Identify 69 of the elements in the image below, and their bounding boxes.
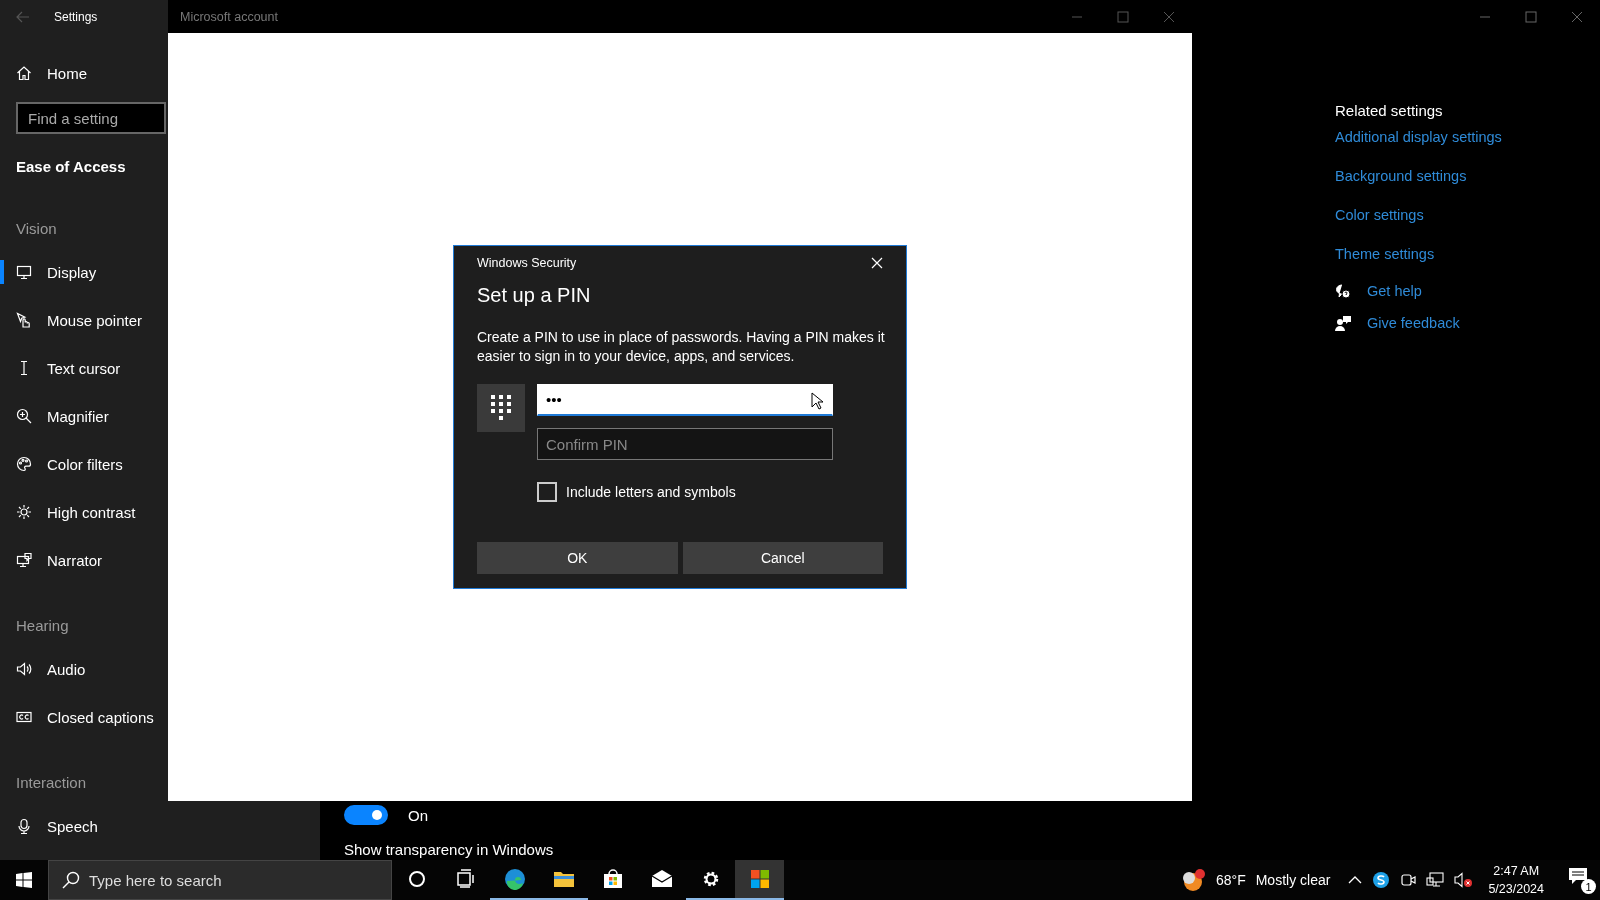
microphone-icon [16, 818, 32, 834]
notification-icon[interactable] [1568, 866, 1588, 886]
monitor-icon [16, 264, 32, 280]
home-icon [16, 65, 32, 81]
hand-pointer-icon [16, 312, 32, 328]
sun-icon [16, 504, 32, 520]
settings-link[interactable]: Theme settings [1335, 246, 1435, 262]
task-view-icon [454, 868, 477, 890]
speaker-icon [16, 661, 32, 677]
feedback-person-icon [1335, 315, 1351, 331]
taskbar-search-field[interactable]: Type here to search [48, 860, 392, 900]
clock[interactable]: 2:47 AM 5/23/2024 [1488, 862, 1544, 898]
network-icon[interactable] [1426, 872, 1445, 888]
temperature[interactable]: 68°F [1215, 872, 1246, 888]
weather-condition[interactable]: Mostly clear [1255, 872, 1331, 888]
dialog-title: Set up a PIN [477, 282, 592, 308]
toggle-switch[interactable] [344, 805, 388, 825]
camera-icon[interactable] [1400, 872, 1417, 888]
toggle-label: On [408, 806, 428, 824]
settings-link[interactable]: Additional display settings [1335, 129, 1502, 145]
window-title: Settings [54, 9, 98, 24]
nav-item[interactable]: High contrast [0, 488, 166, 536]
nav-item[interactable]: Audio [0, 645, 166, 693]
chat-app-icon[interactable] [1372, 871, 1391, 889]
muted-speaker-icon[interactable] [1454, 872, 1473, 888]
notification-count: 1 [1581, 879, 1596, 894]
monitor-speech-icon [16, 552, 32, 568]
mouse-cursor-icon [811, 392, 823, 410]
keypad-icon [477, 384, 525, 432]
windows-start-icon[interactable] [16, 872, 32, 888]
dialog-caption: Windows Security [477, 256, 577, 270]
nav-item[interactable]: Speech [0, 802, 166, 850]
checkbox[interactable] [537, 482, 557, 502]
section-heading: Related settings [1335, 102, 1444, 119]
chevron-up-icon[interactable] [1348, 875, 1363, 885]
window-title: Microsoft account [180, 9, 278, 24]
zoom-in-icon [16, 408, 32, 424]
help-link[interactable]: Get help [1367, 283, 1422, 299]
nav-item[interactable]: Closed captions [0, 693, 166, 741]
colored-tiles-icon [748, 868, 771, 890]
pin-field[interactable]: ••• [537, 384, 833, 416]
nav-item[interactable]: Mouse pointer [0, 296, 166, 344]
group-heading: Hearing [15, 615, 70, 636]
setting-label: Show transparency in Windows [344, 841, 555, 858]
checkbox-label: Include letters and symbols [566, 484, 736, 500]
nav-item[interactable]: Text cursor [0, 344, 166, 392]
nav-item[interactable]: Color filters [0, 440, 166, 488]
shopping-bag-icon [601, 868, 624, 890]
search-icon [62, 871, 80, 889]
nav-item[interactable]: Narrator [0, 536, 166, 584]
dialog-button[interactable]: OK [477, 542, 678, 574]
edge-browser-icon [503, 868, 526, 890]
search-field[interactable]: Find a setting [16, 102, 166, 134]
captions-icon [16, 709, 32, 725]
settings-link[interactable]: Color settings [1335, 207, 1424, 223]
section-title: Ease of Access [15, 156, 127, 177]
group-heading: Interaction [15, 772, 88, 793]
group-heading: Vision [15, 218, 58, 239]
nav-item[interactable]: Display [0, 248, 166, 296]
nav-item[interactable]: Home [0, 52, 166, 94]
help-link[interactable]: Give feedback [1367, 315, 1460, 331]
dialog-button[interactable]: Cancel [682, 542, 883, 574]
palette-icon [16, 456, 32, 472]
nav-item[interactable]: Magnifier [0, 392, 166, 440]
taskbar-app[interactable] [735, 860, 784, 900]
confirm-pin-field[interactable]: Confirm PIN [537, 428, 833, 460]
envelope-icon [650, 868, 673, 890]
dialog-description: Create a PIN to use in place of passwords. Having a PIN makes it easier to sign in to your device, apps, and services. [477, 328, 886, 366]
settings-link[interactable]: Background settings [1335, 168, 1467, 184]
